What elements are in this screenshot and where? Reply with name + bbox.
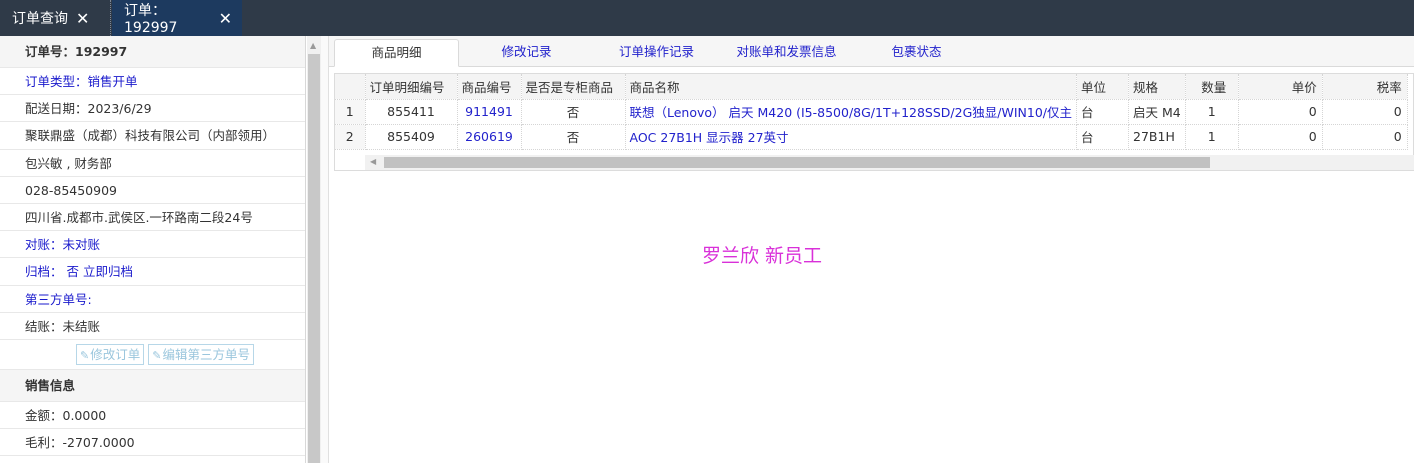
- product-table: 订单明细编号 商品编号 是否是专柜商品 商品名称 单位 规格 数量 单价 税率 …: [335, 74, 1408, 150]
- scrollbar-thumb[interactable]: [384, 157, 1210, 168]
- order-type: 订单类型：销售开单: [0, 68, 305, 96]
- product-id-link[interactable]: 260619: [457, 124, 522, 150]
- close-icon[interactable]: ✕: [76, 9, 89, 28]
- unit: 台: [1076, 99, 1130, 125]
- order-actions: ✎修改订单 ✎编辑第三方单号: [0, 340, 305, 370]
- quantity: 1: [1185, 124, 1239, 150]
- tab-product-details[interactable]: 商品明细: [334, 39, 459, 67]
- archive-status[interactable]: 归档： 否 立即归档: [0, 258, 305, 286]
- order-number: 订单号：192997: [0, 36, 305, 68]
- tab-label: 订单：192997: [124, 3, 178, 36]
- company-name: 聚联鼎盛（成都）科技有限公司（内部领用）: [0, 122, 305, 150]
- unit-price: 0: [1238, 99, 1323, 125]
- main-panel: 商品明细 修改记录 订单操作记录 对账单和发票信息 包裹状态 订单明细编号 商品…: [329, 36, 1414, 463]
- reconcile-status: 对账：未对账: [0, 231, 305, 259]
- gross-profit: 毛利：-2707.0000: [0, 429, 305, 457]
- tab-order-detail[interactable]: 订单：192997 ✕: [112, 0, 242, 36]
- scrollbar-thumb[interactable]: [308, 54, 320, 463]
- top-tab-bar: 订单查询 ✕ 订单：192997 ✕: [0, 0, 1414, 36]
- edit-icon: ✎: [152, 348, 162, 362]
- header-unit[interactable]: 单位: [1076, 74, 1130, 100]
- counter-flag: 否: [521, 124, 626, 150]
- tab-package-status[interactable]: 包裹状态: [869, 39, 964, 67]
- amount: 金额：0.0000: [0, 402, 305, 430]
- close-icon[interactable]: ✕: [219, 9, 232, 28]
- row-number: 1: [335, 99, 366, 125]
- edit-third-party-label: 编辑第三方单号: [162, 346, 250, 362]
- grid-horizontal-scrollbar[interactable]: ◀: [365, 155, 1414, 170]
- row-number: 2: [335, 124, 366, 150]
- tab-label: 订单查询: [12, 11, 68, 27]
- edit-third-party-button[interactable]: ✎编辑第三方单号: [148, 343, 254, 365]
- header-unit-price[interactable]: 单价: [1238, 74, 1323, 100]
- panel-splitter[interactable]: [321, 36, 329, 463]
- product-name-link[interactable]: 联想（Lenovo） 启天 M420 (I5-8500/8G/1T+128SSD…: [625, 99, 1078, 125]
- table-row[interactable]: 2 855409 260619 否 AOC 27B1H 显示器 27英寸 台 2…: [335, 124, 1408, 150]
- detail-tabs: 商品明细 修改记录 订单操作记录 对账单和发票信息 包裹状态: [329, 36, 1414, 67]
- header-rownum: [335, 74, 366, 100]
- detail-id: 855409: [365, 124, 458, 150]
- product-name-link[interactable]: AOC 27B1H 显示器 27英寸: [625, 124, 1078, 150]
- tab-change-log[interactable]: 修改记录: [474, 39, 579, 67]
- header-detail-id[interactable]: 订单明细编号: [365, 74, 458, 100]
- contact-person: 包兴敏 , 财务部: [0, 150, 305, 177]
- header-spec[interactable]: 规格: [1128, 74, 1186, 100]
- edit-order-button[interactable]: ✎修改订单: [76, 343, 145, 365]
- tab-order-query[interactable]: 订单查询 ✕: [0, 0, 111, 36]
- product-id-link[interactable]: 911491: [457, 99, 522, 125]
- header-product-name[interactable]: 商品名称: [625, 74, 1078, 100]
- header-product-id[interactable]: 商品编号: [457, 74, 522, 100]
- spec: 启天 M4: [1128, 99, 1186, 125]
- tax-rate: 0: [1322, 124, 1408, 150]
- detail-id: 855411: [365, 99, 458, 125]
- edit-icon: ✎: [80, 348, 90, 362]
- order-info-panel: 订单号：192997 订单类型：销售开单 配送日期：2023/6/29 聚联鼎盛…: [0, 36, 306, 463]
- table-header-row: 订单明细编号 商品编号 是否是专柜商品 商品名称 单位 规格 数量 单价 税率: [335, 74, 1408, 100]
- unit-price: 0: [1238, 124, 1323, 150]
- header-quantity[interactable]: 数量: [1185, 74, 1239, 100]
- table-row[interactable]: 1 855411 911491 否 联想（Lenovo） 启天 M420 (I5…: [335, 99, 1408, 125]
- edit-order-label: 修改订单: [90, 346, 141, 362]
- tax-rate: 0: [1322, 99, 1408, 125]
- scroll-left-icon[interactable]: ◀: [370, 157, 376, 166]
- spec: 27B1H: [1128, 124, 1186, 150]
- delivery-date: 配送日期：2023/6/29: [0, 95, 305, 123]
- header-counter[interactable]: 是否是专柜商品: [521, 74, 626, 100]
- header-tax-rate[interactable]: 税率: [1322, 74, 1408, 100]
- tab-statement-invoice[interactable]: 对账单和发票信息: [724, 39, 849, 67]
- counter-flag: 否: [521, 99, 626, 125]
- user-watermark: 罗兰欣 新员工: [702, 245, 823, 267]
- third-party-number: 第三方单号:: [0, 286, 305, 313]
- product-grid: 订单明细编号 商品编号 是否是专柜商品 商品名称 单位 规格 数量 单价 税率 …: [334, 73, 1414, 171]
- sales-section-title: 销售信息: [0, 369, 305, 402]
- settlement-status: 结账：未结账: [0, 313, 305, 340]
- scroll-up-icon[interactable]: ▲: [310, 41, 316, 50]
- delivery-address: 四川省.成都市.武侯区.一环路南二段24号: [0, 204, 305, 232]
- left-panel-scrollbar[interactable]: ▲: [307, 36, 321, 463]
- unit: 台: [1076, 124, 1130, 150]
- phone-number: 028-85450909: [0, 177, 305, 204]
- quantity: 1: [1185, 99, 1239, 125]
- tab-order-operation-log[interactable]: 订单操作记录: [599, 39, 714, 67]
